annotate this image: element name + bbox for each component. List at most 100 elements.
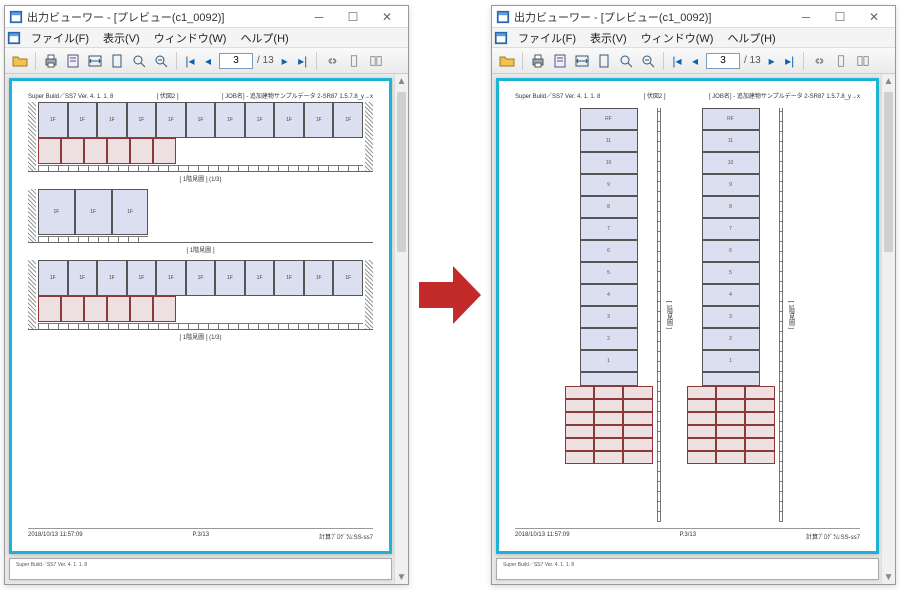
elev-cell: 1	[702, 350, 760, 372]
elev-cell: 6	[702, 240, 760, 262]
elev-cell: 2	[702, 328, 760, 350]
vertical-scrollbar[interactable]: ▲ ▼	[394, 74, 408, 584]
last-page-button[interactable]: ▸|	[296, 54, 310, 68]
app-icon	[7, 31, 21, 45]
ground-cell	[565, 451, 594, 464]
ground-cell	[687, 451, 716, 464]
ground-cell	[716, 399, 745, 412]
scroll-up-icon[interactable]: ▲	[882, 74, 895, 88]
elev-cell: 4	[702, 284, 760, 306]
page-total-label: / 13	[257, 55, 274, 66]
floor-label: [ 1階見圖 ] (1/3)	[28, 332, 373, 341]
maximize-button[interactable]: ☐	[823, 7, 857, 27]
toolbar: |◂ ◂ / 13 ▸ ▸|	[492, 48, 895, 74]
facing-pages-icon[interactable]	[367, 52, 385, 70]
close-button[interactable]: ✕	[370, 7, 404, 27]
minimize-button[interactable]: ─	[302, 7, 336, 27]
minimize-button[interactable]: ─	[789, 7, 823, 27]
unit-cell: 1F	[68, 260, 98, 296]
last-page-button[interactable]: ▸|	[783, 54, 797, 68]
ground-cell	[38, 296, 61, 322]
page-number-input[interactable]	[219, 53, 253, 69]
menu-help[interactable]: ヘルプ(H)	[721, 28, 781, 48]
fit-page-icon[interactable]	[108, 52, 126, 70]
scroll-thumb[interactable]	[397, 92, 406, 252]
unit-cell: 1F	[38, 260, 68, 296]
open-icon[interactable]	[498, 52, 516, 70]
page-setup-icon[interactable]	[64, 52, 82, 70]
app-icon	[494, 31, 508, 45]
separator	[316, 52, 317, 70]
hatch	[28, 260, 36, 329]
next-page-button[interactable]: ▸	[765, 54, 779, 68]
ground-cell	[594, 386, 623, 399]
scroll-thumb[interactable]	[884, 92, 893, 252]
unit-cell: 1F	[245, 260, 275, 296]
arrow-icon	[419, 260, 481, 330]
ground-cell	[565, 438, 594, 451]
elevation-column: RF 11 10 9 8 7 6 5 4 3 2 1	[580, 108, 674, 522]
unit-cell: 1F	[97, 260, 127, 296]
first-page-button[interactable]: |◂	[183, 54, 197, 68]
title-text: 出力ビューワー - [プレビュー(c1_0092)]	[27, 9, 302, 25]
facing-pages-icon[interactable]	[854, 52, 872, 70]
floor-plan-1: 1F1F1F1F1F1F1F1F1F1F1F [ 1階見圖 ] (1/3)	[28, 102, 373, 183]
ground-cell	[107, 138, 130, 164]
scroll-up-icon[interactable]: ▲	[395, 74, 408, 88]
footer-prog: 計算ﾌﾟﾛｸﾞﾗﾑ:SS-ss7	[806, 532, 860, 541]
first-page-button[interactable]: |◂	[670, 54, 684, 68]
floor-label: [ 1階見圖 ] (1/3)	[28, 174, 373, 183]
scroll-down-icon[interactable]: ▼	[882, 570, 895, 584]
single-page-icon[interactable]	[832, 52, 850, 70]
page-preview: Super Build／SS7 Ver. 4. 1. 1. 8 [ 伏図2 ] …	[496, 78, 879, 554]
ground-cell	[130, 138, 153, 164]
prev-page-button[interactable]: ◂	[201, 54, 215, 68]
ground-cell	[565, 386, 594, 399]
zoom-out-icon[interactable]	[639, 52, 657, 70]
footer-date: 2018/10/13 11:57:09	[515, 532, 570, 541]
menu-file[interactable]: ファイル(F)	[25, 28, 95, 48]
ground-cell	[716, 451, 745, 464]
zoom-icon[interactable]	[130, 52, 148, 70]
link-icon[interactable]	[323, 52, 341, 70]
menu-view[interactable]: 表示(V)	[584, 28, 633, 48]
next-page-button[interactable]: ▸	[278, 54, 292, 68]
print-icon[interactable]	[529, 52, 547, 70]
vertical-scrollbar[interactable]: ▲ ▼	[881, 74, 895, 584]
footer-prog: 計算ﾌﾟﾛｸﾞﾗﾑ:SS-ss7	[319, 532, 373, 541]
fit-page-icon[interactable]	[595, 52, 613, 70]
fit-width-icon[interactable]	[86, 52, 104, 70]
link-icon[interactable]	[810, 52, 828, 70]
ground-cell	[745, 386, 774, 399]
elev-cell: 8	[702, 196, 760, 218]
fit-width-icon[interactable]	[573, 52, 591, 70]
unit-cell: 1F	[68, 102, 98, 138]
ground-cell	[38, 138, 61, 164]
zoom-out-icon[interactable]	[152, 52, 170, 70]
close-button[interactable]: ✕	[857, 7, 891, 27]
app-icon	[9, 10, 23, 24]
print-icon[interactable]	[42, 52, 60, 70]
elevation-column: RF 11 10 9 8 7 6 5 4 3 2 1	[702, 108, 796, 522]
footer-page: P.3/13	[193, 532, 210, 541]
maximize-button[interactable]: ☐	[336, 7, 370, 27]
menu-window[interactable]: ウィンドウ(W)	[148, 28, 233, 48]
page-number-input[interactable]	[706, 53, 740, 69]
elev-cell: 1	[580, 350, 638, 372]
ground-cell	[623, 425, 652, 438]
app-icon	[496, 10, 510, 24]
menu-file[interactable]: ファイル(F)	[512, 28, 582, 48]
zoom-icon[interactable]	[617, 52, 635, 70]
prev-page-button[interactable]: ◂	[688, 54, 702, 68]
dimension-line	[38, 236, 148, 242]
menu-window[interactable]: ウィンドウ(W)	[635, 28, 720, 48]
separator	[522, 52, 523, 70]
open-icon[interactable]	[11, 52, 29, 70]
titlebar: 出力ビューワー - [プレビュー(c1_0092)] ─ ☐ ✕	[492, 6, 895, 28]
menu-view[interactable]: 表示(V)	[97, 28, 146, 48]
single-page-icon[interactable]	[345, 52, 363, 70]
elevation-label: [ 1階見圖 ]	[787, 301, 796, 329]
page-setup-icon[interactable]	[551, 52, 569, 70]
scroll-down-icon[interactable]: ▼	[395, 570, 408, 584]
menu-help[interactable]: ヘルプ(H)	[234, 28, 294, 48]
